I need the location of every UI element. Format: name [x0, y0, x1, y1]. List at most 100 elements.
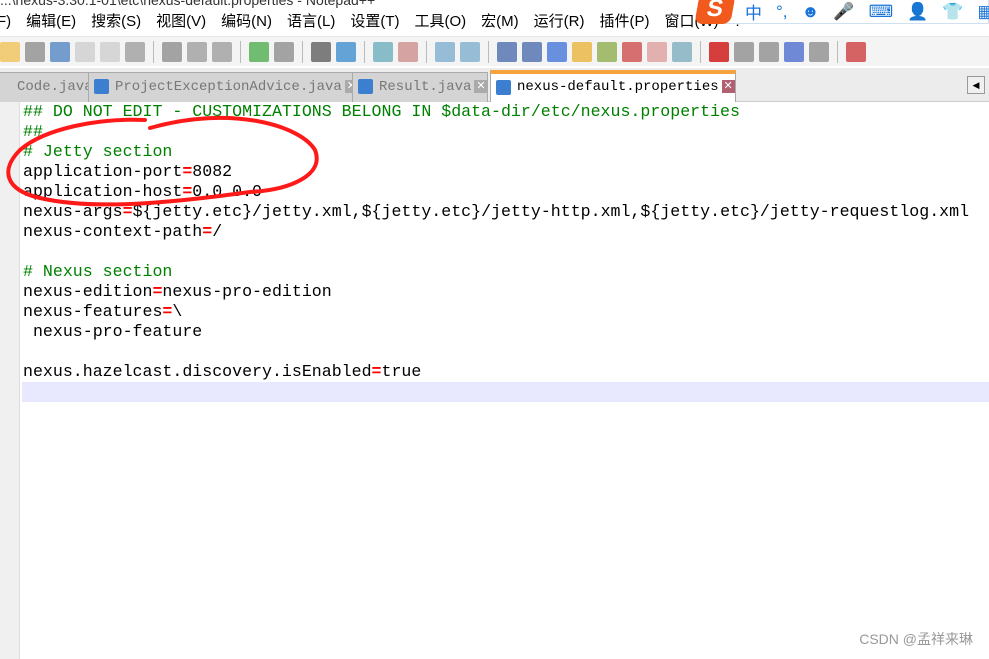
menu-item[interactable]: (F) — [0, 10, 11, 34]
ime-button[interactable]: ☻ — [802, 2, 820, 22]
operator: = — [371, 362, 382, 381]
find-icon[interactable] — [311, 41, 331, 62]
menu-item[interactable]: 视图(V) — [156, 10, 206, 34]
file-saved-icon — [94, 79, 109, 94]
redo-icon[interactable] — [274, 41, 294, 62]
close-all-icon[interactable] — [100, 41, 120, 62]
spellcheck-icon[interactable] — [846, 41, 866, 62]
wrap-icon[interactable] — [497, 41, 517, 62]
operator: = — [122, 202, 133, 221]
record-macro-icon[interactable] — [709, 41, 729, 62]
save-all-icon[interactable] — [50, 41, 70, 62]
property-key: nexus-features — [23, 302, 163, 321]
code-line: ## DO NOT EDIT - CUSTOMIZATIONS BELONG I… — [22, 102, 989, 122]
copy-icon[interactable] — [187, 41, 207, 62]
folder-icon[interactable] — [647, 41, 667, 62]
menu-bar: (F) 编辑(E) 搜索(S) 视图(V) 编码(N) 语言(L) 设置(T) 工具(O) 宏(… — [0, 10, 757, 34]
ime-button[interactable]: °, — [776, 2, 788, 22]
property-key: nexus-context-path — [23, 222, 203, 241]
operator: = — [202, 222, 213, 241]
code-line: nexus-edition=nexus-pro-edition — [22, 282, 989, 302]
window-title: ...\nexus-3.30.1-01\etc\nexus-default.pr… — [0, 0, 376, 8]
open-icon[interactable] — [0, 41, 20, 62]
code-line: # Jetty section — [22, 142, 989, 162]
function-list-icon[interactable] — [622, 41, 642, 62]
ime-button[interactable]: 👤 — [907, 2, 928, 22]
ime-button[interactable]: 🎤 — [833, 2, 854, 22]
play-macro-icon[interactable] — [759, 41, 779, 62]
code-line: nexus-features=\ — [22, 302, 989, 322]
code-line: application-port=8082 — [22, 162, 989, 182]
tab-scroll-left-button[interactable]: ◀ — [967, 76, 985, 94]
code-line: nexus-pro-feature — [22, 322, 989, 342]
menu-item[interactable]: 运行(R) — [534, 10, 585, 34]
property-value: \ — [172, 302, 183, 321]
menu-item[interactable]: 搜索(S) — [91, 10, 141, 34]
tab-nexus-default-properties[interactable]: nexus-default.properties ✕ — [490, 70, 736, 102]
property-key: nexus-edition — [23, 282, 153, 301]
stop-macro-icon[interactable] — [734, 41, 754, 62]
property-value: / — [212, 222, 223, 241]
property-value: ${jetty.etc}/jetty.xml,${jetty.etc}/jett… — [132, 202, 970, 221]
ime-button[interactable]: ▦ — [977, 2, 989, 22]
tab-close-icon[interactable]: ✕ — [721, 79, 735, 93]
code-line: nexus.hazelcast.discovery.isEnabled=true — [22, 362, 989, 382]
replace-icon[interactable] — [336, 41, 356, 62]
file-saved-icon — [358, 79, 373, 94]
udl-icon[interactable] — [572, 41, 592, 62]
monitor-icon[interactable] — [672, 41, 692, 62]
code-line: ## — [22, 122, 989, 142]
cut-icon[interactable] — [162, 41, 182, 62]
menu-item[interactable]: 语言(L) — [287, 10, 335, 34]
operator: = — [182, 162, 193, 181]
file-saved-icon — [496, 80, 511, 95]
menu-item[interactable]: 编辑(E) — [26, 10, 76, 34]
run-macro-multiple-icon[interactable] — [784, 41, 804, 62]
operator: = — [162, 302, 173, 321]
toolbar — [0, 36, 989, 66]
tab-projectexceptionadvice-java[interactable]: ProjectExceptionAdvice.java✕ — [88, 72, 359, 102]
menu-item[interactable]: 设置(T) — [350, 10, 399, 34]
tab-close-icon[interactable]: ✕ — [474, 79, 488, 93]
show-all-chars-icon[interactable] — [522, 41, 542, 62]
close-icon[interactable] — [75, 41, 95, 62]
property-value: 0.0.0.0 — [192, 182, 263, 201]
save-icon[interactable] — [25, 41, 45, 62]
code-line: application-host=0.0.0.0 — [22, 182, 989, 202]
comment: # Nexus section — [23, 262, 173, 281]
sync-v-icon[interactable] — [435, 41, 455, 62]
menu-item[interactable]: 工具(O) — [414, 10, 466, 34]
operator: = — [182, 182, 193, 201]
undo-icon[interactable] — [249, 41, 269, 62]
toolbar-separator — [364, 40, 365, 63]
tab-label: nexus-default.properties — [517, 79, 719, 95]
print-icon[interactable] — [125, 41, 145, 62]
zoom-out-icon[interactable] — [398, 41, 418, 62]
paste-icon[interactable] — [212, 41, 232, 62]
toolbar-separator — [426, 40, 427, 63]
ime-button[interactable]: 中 — [745, 0, 762, 24]
toolbar-separator — [488, 40, 489, 63]
doc-map-icon[interactable] — [597, 41, 617, 62]
sync-h-icon[interactable] — [460, 41, 480, 62]
tab-label: ProjectExceptionAdvice.java — [115, 79, 342, 95]
toolbar-separator — [700, 40, 701, 63]
menu-item[interactable]: 宏(M) — [481, 10, 519, 34]
property-key: application-port — [23, 162, 183, 181]
tab-result-java[interactable]: Result.java ✕ — [352, 72, 489, 102]
ime-toolbar: S 中 °, ☻ 🎤 ⌨ 👤 👕 ▦ — [694, 0, 989, 24]
comment: # Jetty section — [23, 142, 173, 161]
watermark: CSDN @孟祥来琳 — [859, 631, 973, 647]
save-macro-icon[interactable] — [809, 41, 829, 62]
ime-button[interactable]: ⌨ — [869, 2, 894, 22]
code-line — [22, 382, 989, 402]
ime-button[interactable]: 👕 — [942, 2, 963, 22]
menu-item[interactable]: 插件(P) — [599, 10, 649, 34]
toolbar-separator — [240, 40, 241, 63]
code-text: nexus-pro-feature — [23, 322, 203, 341]
zoom-in-icon[interactable] — [373, 41, 393, 62]
menu-item[interactable]: 编码(N) — [221, 10, 272, 34]
editor[interactable]: ## DO NOT EDIT - CUSTOMIZATIONS BELONG I… — [22, 102, 989, 659]
indent-guide-icon[interactable] — [547, 41, 567, 62]
